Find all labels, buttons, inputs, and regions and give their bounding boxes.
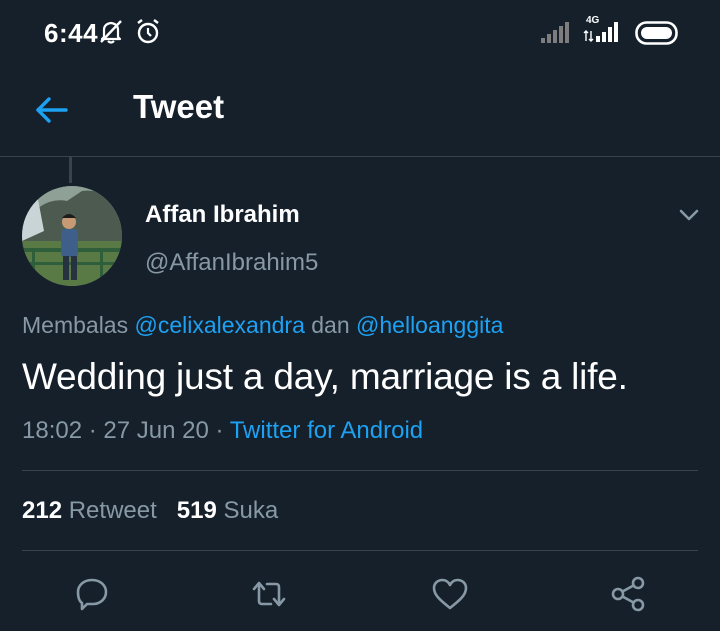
alarm-icon xyxy=(134,16,162,46)
like-count: 519 xyxy=(176,497,217,524)
retweet-stat[interactable]: 212 Retweet xyxy=(22,497,157,524)
like-icon[interactable] xyxy=(430,574,470,614)
thread-connector xyxy=(69,157,72,183)
mention-link[interactable]: @helloanggita xyxy=(356,312,503,338)
reply-icon[interactable] xyxy=(72,574,112,614)
meta-separator: · xyxy=(82,417,104,444)
signal-4g-icon xyxy=(583,14,623,44)
page-title: Tweet xyxy=(133,88,225,125)
top-app-bar: Tweet xyxy=(0,64,720,157)
status-time: 6:44 xyxy=(44,18,99,48)
divider xyxy=(22,550,698,551)
tweet-source[interactable]: Twitter for Android xyxy=(230,417,423,444)
tweet-time: 18:02 xyxy=(22,417,83,444)
avatar[interactable] xyxy=(22,186,122,286)
arrow-left-icon[interactable] xyxy=(32,90,72,130)
chevron-down-icon[interactable] xyxy=(676,202,702,228)
author-handle[interactable]: @AffanIbrahim5 xyxy=(145,249,318,277)
retweet-label: Retweet xyxy=(68,497,157,524)
status-bar: 6:44 4G xyxy=(0,0,720,64)
bell-off-icon xyxy=(96,16,126,46)
replying-to: Membalas @celixalexandra dan @helloanggi… xyxy=(22,312,503,339)
tweet-meta: 18:02 · 27 Jun 20 · Twitter for Android xyxy=(22,417,423,445)
meta-separator: · xyxy=(208,417,230,444)
tweet-text: Wedding just a day, marriage is a life. xyxy=(22,356,628,397)
author-name[interactable]: Affan Ibrahim xyxy=(145,201,300,229)
retweet-count: 212 xyxy=(22,497,63,524)
replying-conjunction: dan xyxy=(304,312,357,338)
battery-icon xyxy=(635,21,681,45)
divider xyxy=(22,470,698,471)
mention-link[interactable]: @celixalexandra xyxy=(134,312,304,338)
tweet-stats: 212 Retweet 519 Suka xyxy=(22,497,278,525)
tweet-date: 27 Jun 20 xyxy=(103,417,209,444)
share-icon[interactable] xyxy=(609,574,649,614)
like-stat[interactable]: 519 Suka xyxy=(177,497,278,524)
signal-icon xyxy=(541,22,571,44)
like-label: Suka xyxy=(223,497,279,524)
replying-prefix: Membalas xyxy=(22,312,135,338)
retweet-icon[interactable] xyxy=(249,574,289,614)
